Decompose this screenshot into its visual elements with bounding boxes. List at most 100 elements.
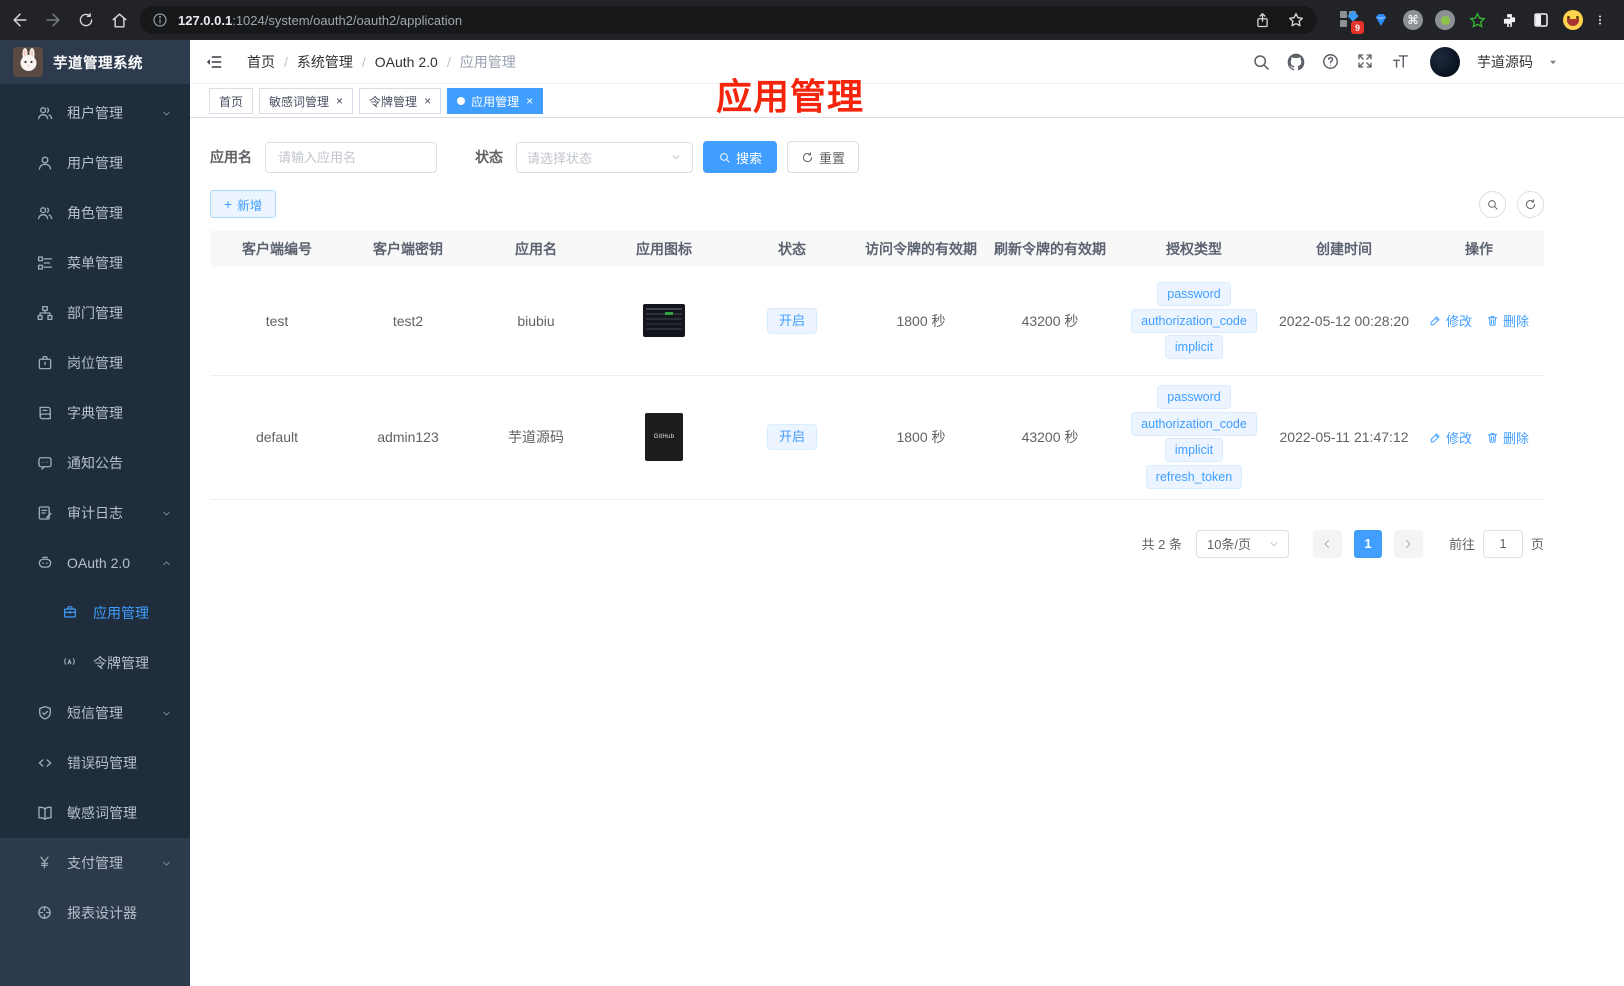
- header-search-icon[interactable]: [1251, 52, 1271, 72]
- browser-menu-icon[interactable]: [1594, 9, 1606, 31]
- breadcrumb-item-OAuth 2.0[interactable]: OAuth 2.0: [375, 54, 438, 70]
- extension-star-icon[interactable]: [1466, 9, 1488, 31]
- delete-button[interactable]: 删除: [1486, 311, 1529, 330]
- breadcrumb-separator: /: [446, 54, 451, 70]
- column-header-客户端密钥: 客户端密钥: [344, 231, 472, 267]
- toggle-search-button[interactable]: [1479, 190, 1506, 218]
- goto-page-input[interactable]: [1482, 529, 1523, 558]
- edit-button[interactable]: 修改: [1429, 311, 1472, 330]
- status-badge: 开启: [766, 307, 817, 334]
- sidebar-item-短信管理[interactable]: 短信管理: [0, 688, 190, 738]
- sidebar-item-用户管理[interactable]: 用户管理: [0, 138, 190, 188]
- home-icon[interactable]: [109, 10, 129, 30]
- sidebar-item-审计日志[interactable]: 审计日志: [0, 488, 190, 538]
- tab-label: 首页: [219, 94, 244, 109]
- report-icon: [36, 904, 54, 922]
- applications-table: 客户端编号 客户端密钥 应用名 应用图标 状态 访问令牌的有效期 刷新令牌的有效期 授权类型创…: [210, 231, 1544, 500]
- grant-type-tag: implicit: [1164, 335, 1224, 360]
- sidebar-item-菜单管理[interactable]: 菜单管理: [0, 238, 190, 288]
- user-caret-down-icon[interactable]: [1548, 57, 1558, 67]
- sidebar-item-通知公告[interactable]: 通知公告: [0, 438, 190, 488]
- sidebar-item-label: 错误码管理: [67, 755, 137, 771]
- sensitive-icon: [36, 804, 54, 822]
- tab-敏感词管理[interactable]: 敏感词管理 ×: [259, 88, 354, 114]
- reload-icon[interactable]: [76, 10, 96, 30]
- chevron-down-icon: [161, 858, 172, 869]
- add-button[interactable]: + 新增: [210, 190, 277, 218]
- sidebar-item-敏感词管理[interactable]: 敏感词管理: [0, 788, 190, 838]
- extension-blocks-icon[interactable]: 9: [1338, 9, 1364, 34]
- bookmark-star-icon[interactable]: [1287, 11, 1305, 29]
- grant-type-tag: implicit: [1164, 438, 1224, 463]
- tab-split-icon[interactable]: [1530, 9, 1552, 31]
- chevron-down-icon: [161, 108, 172, 119]
- pay-icon: [36, 854, 54, 872]
- extension-record-icon[interactable]: [1434, 9, 1456, 31]
- breadcrumb-item-首页[interactable]: 首页: [247, 52, 275, 72]
- top-navbar: 首页 / 系统管理 / OAuth 2.0 / 应用管理 芋道源码: [190, 40, 1624, 84]
- grant-type-tag: password: [1157, 282, 1231, 307]
- extension-command-icon[interactable]: ⌘: [1402, 9, 1424, 31]
- reset-button[interactable]: 重置: [787, 141, 860, 173]
- user-avatar[interactable]: [1430, 47, 1460, 77]
- cell-secret: admin123: [344, 375, 472, 500]
- cell-app-name: biubiu: [472, 267, 600, 376]
- plus-icon: +: [224, 196, 233, 212]
- breadcrumb-item-系统管理[interactable]: 系统管理: [297, 52, 353, 72]
- help-icon[interactable]: [1321, 52, 1341, 72]
- sidebar-item-label: 短信管理: [67, 705, 123, 721]
- main-content: 应用名 状态 请选择状态 搜索 重置 + 新增 客户端编号: [190, 118, 1624, 986]
- status-badge: 开启: [766, 424, 817, 450]
- app-name-input[interactable]: [265, 141, 437, 173]
- font-size-icon[interactable]: [1391, 52, 1411, 72]
- share-icon[interactable]: [1254, 12, 1271, 29]
- site-info-icon[interactable]: [152, 12, 168, 28]
- sidebar-item-租户管理[interactable]: 租户管理: [0, 88, 190, 138]
- back-icon[interactable]: [10, 10, 30, 30]
- close-icon[interactable]: ×: [336, 95, 343, 107]
- sidebar-item-label: OAuth 2.0: [67, 555, 131, 571]
- sidebar-fold-icon[interactable]: [204, 52, 224, 72]
- forward-icon[interactable]: [43, 10, 63, 30]
- sidebar-item-部门管理[interactable]: 部门管理: [0, 288, 190, 338]
- page-number-button[interactable]: 1: [1353, 529, 1382, 558]
- sidebar-menu-system: 租户管理 用户管理 角色管理 菜单管理 部门管理 岗位管理 字典管理 通知公告 审计日志 OAut…: [0, 84, 190, 838]
- sidebar-item-角色管理[interactable]: 角色管理: [0, 188, 190, 238]
- tab-应用管理[interactable]: 应用管理 ×: [447, 88, 544, 114]
- tab-label: 敏感词管理: [269, 94, 330, 109]
- delete-button[interactable]: 删除: [1486, 428, 1529, 447]
- tab-首页[interactable]: 首页: [209, 88, 254, 114]
- status-select[interactable]: 请选择状态: [516, 141, 693, 173]
- edit-button[interactable]: 修改: [1429, 428, 1472, 447]
- sidebar-item-错误码管理[interactable]: 错误码管理: [0, 738, 190, 788]
- profile-emoji-icon[interactable]: [1562, 9, 1584, 31]
- prev-page-button[interactable]: [1312, 529, 1342, 558]
- close-icon[interactable]: ×: [526, 95, 533, 107]
- sidebar-item-岗位管理[interactable]: 岗位管理: [0, 338, 190, 388]
- refresh-table-button[interactable]: [1517, 190, 1544, 218]
- grant-type-tag: refresh_token: [1145, 464, 1243, 489]
- extension-gem-icon[interactable]: [1370, 9, 1392, 31]
- sidebar-item-字典管理[interactable]: 字典管理: [0, 388, 190, 438]
- close-icon[interactable]: ×: [424, 95, 431, 107]
- fullscreen-icon[interactable]: [1356, 52, 1376, 72]
- sidebar-item-OAuth 2.0[interactable]: OAuth 2.0: [0, 538, 190, 588]
- sidebar-item-应用管理[interactable]: 应用管理: [0, 588, 190, 638]
- next-page-button[interactable]: [1393, 529, 1423, 558]
- sidebar-item-令牌管理[interactable]: 令牌管理: [0, 638, 190, 688]
- sidebar-item-报表设计器[interactable]: 报表设计器: [0, 888, 190, 938]
- page-size-select[interactable]: 10条/页: [1195, 529, 1289, 558]
- tab-令牌管理[interactable]: 令牌管理 ×: [359, 88, 442, 114]
- cell-app-name: 芋道源码: [472, 375, 600, 500]
- address-bar[interactable]: 127.0.0.1:1024/system/oauth2/oauth2/appl…: [140, 6, 1317, 34]
- app-logo[interactable]: 芋道管理系统: [0, 40, 190, 84]
- extensions-puzzle-icon[interactable]: [1498, 9, 1520, 31]
- github-icon[interactable]: [1286, 52, 1306, 72]
- sidebar-item-支付管理[interactable]: 支付管理: [0, 838, 190, 888]
- cell-actions: 修改 删除: [1414, 267, 1544, 376]
- pagination-total: 共 2 条: [1141, 537, 1182, 552]
- trash-icon: [1486, 314, 1499, 327]
- trash-icon: [1486, 431, 1499, 444]
- search-button[interactable]: 搜索: [703, 141, 778, 173]
- errcode-icon: [36, 754, 54, 772]
